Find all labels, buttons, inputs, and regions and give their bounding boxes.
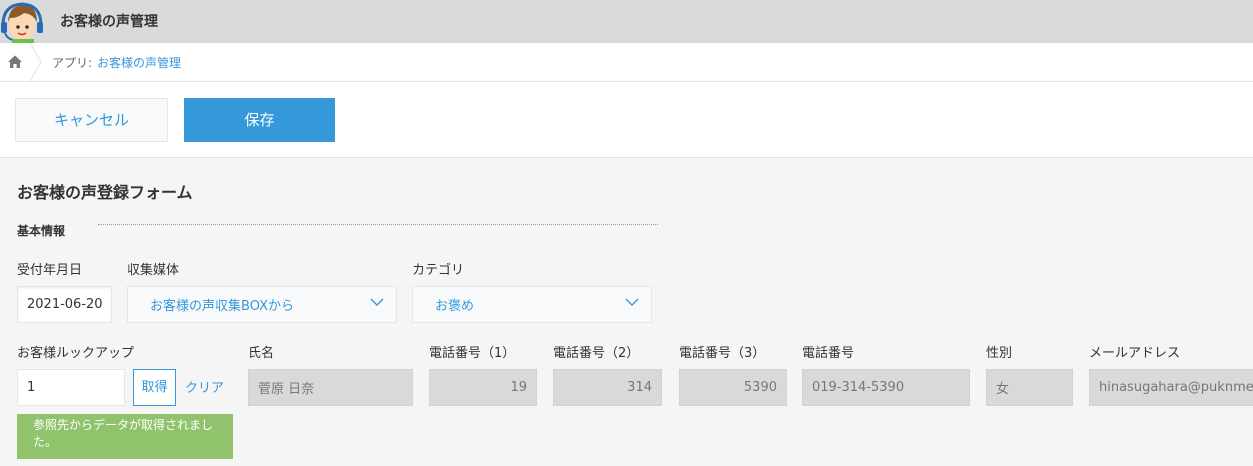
receipt-date-value: 2021-06-20 [27,297,103,312]
phone-value: 019-314-5390 [812,380,905,395]
breadcrumb-separator [29,43,42,81]
lookup-success-notice: 参照先からデータが取得されました。 [17,414,233,459]
collection-medium-select[interactable]: お客様の声収集BOXから [127,286,397,323]
lookup-get-button[interactable]: 取得 [133,369,176,406]
receipt-date-input[interactable]: 2021-06-20 [17,286,112,323]
form-title: お客様の声登録フォーム [17,183,193,202]
phone1-label: 電話番号（1） [429,346,516,361]
app-header: お客様の声管理 [0,0,1253,43]
chevron-down-icon [625,298,639,306]
cancel-button[interactable]: キャンセル [15,98,168,142]
customer-lookup-value: 1 [27,380,36,395]
phone3-label: 電話番号（3） [679,346,766,361]
avatar-icon [0,0,44,43]
email-field: hinasugahara@puknme [1089,369,1253,406]
gender-label: 性別 [986,346,1013,361]
phone3-value: 5390 [743,380,777,395]
app-title: お客様の声管理 [60,14,158,30]
phone-field: 019-314-5390 [802,369,970,406]
breadcrumb-app-link[interactable]: お客様の声管理 [97,54,181,71]
breadcrumb-prefix: アプリ: [52,56,93,70]
category-select[interactable]: お褒め [412,286,652,323]
email-value: hinasugahara@puknme [1099,380,1253,395]
category-label: カテゴリ [412,263,465,278]
phone3-field: 5390 [679,369,787,406]
lookup-clear-button[interactable]: クリア [185,377,224,396]
phone2-label: 電話番号（2） [553,346,640,361]
receipt-date-label: 受付年月日 [17,263,83,278]
phone1-value: 19 [510,380,527,395]
category-value: お褒め [435,299,475,314]
gender-field: 女 [986,369,1073,406]
collection-medium-label: 収集媒体 [127,263,180,278]
save-button[interactable]: 保存 [184,98,335,142]
chevron-down-icon [370,298,384,306]
name-field: 菅原 日奈 [248,369,413,406]
breadcrumb: アプリ: お客様の声管理 [0,43,1253,82]
phone1-field: 19 [429,369,537,406]
customer-lookup-input[interactable]: 1 [17,369,125,406]
gender-value: 女 [996,382,1010,397]
name-label: 氏名 [248,346,275,361]
email-label: メールアドレス [1089,346,1181,361]
section-label-basic: 基本情報 [17,224,66,238]
name-value: 菅原 日奈 [258,382,315,397]
section-divider [98,224,658,225]
phone2-value: 314 [627,380,652,395]
phone2-field: 314 [553,369,662,406]
phone-label: 電話番号 [802,346,855,361]
collection-medium-value: お客様の声収集BOXから [150,299,294,314]
customer-lookup-label: お客様ルックアップ [17,346,135,361]
action-toolbar: キャンセル 保存 [0,82,1253,158]
